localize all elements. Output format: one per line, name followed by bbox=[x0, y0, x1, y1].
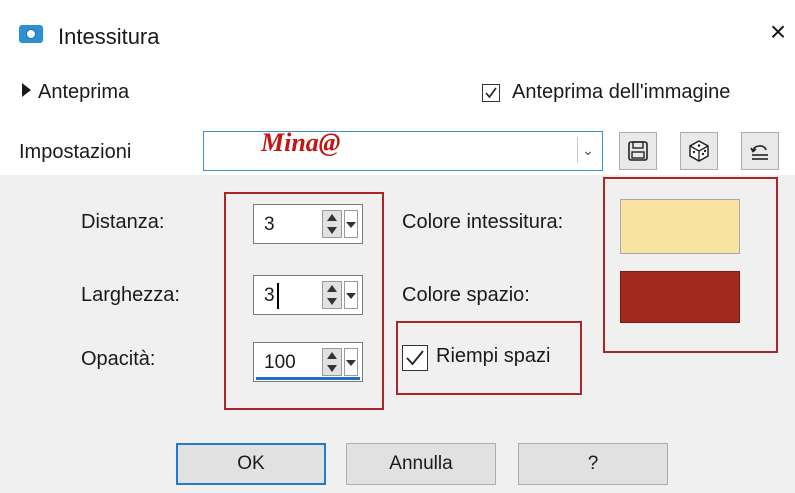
settings-label: Impostazioni bbox=[19, 141, 132, 163]
close-icon[interactable]: × bbox=[764, 18, 792, 46]
reset-button[interactable] bbox=[741, 132, 779, 170]
highlight-box-fill bbox=[396, 321, 582, 395]
ok-button[interactable]: OK bbox=[176, 443, 326, 485]
weave-color-label: Colore intessitura: bbox=[402, 211, 564, 233]
expand-arrow-icon[interactable] bbox=[22, 83, 31, 97]
help-button[interactable]: ? bbox=[518, 443, 668, 485]
highlight-box-colors bbox=[603, 177, 778, 353]
preview-toggle-label[interactable]: Anteprima bbox=[38, 81, 129, 104]
gap-color-label: Colore spazio: bbox=[402, 284, 530, 306]
save-icon bbox=[628, 141, 648, 161]
camera-icon bbox=[19, 25, 43, 43]
reset-icon bbox=[750, 145, 768, 160]
checkmark-icon bbox=[485, 87, 497, 99]
cancel-button[interactable]: Annulla bbox=[346, 443, 496, 485]
image-preview-label[interactable]: Anteprima dell'immagine bbox=[512, 81, 730, 104]
width-label: Larghezza: bbox=[81, 284, 180, 306]
chevron-down-icon[interactable]: ⌄ bbox=[577, 137, 598, 163]
randomize-button[interactable] bbox=[680, 132, 718, 170]
window-title: Intessitura bbox=[58, 24, 160, 49]
opacity-label: Opacità: bbox=[81, 348, 156, 370]
distance-label: Distanza: bbox=[81, 211, 165, 233]
save-preset-button[interactable] bbox=[619, 132, 657, 170]
dice-icon bbox=[689, 140, 709, 162]
image-preview-checkbox[interactable] bbox=[482, 84, 500, 102]
settings-dropdown-value: Mina@ bbox=[261, 128, 341, 157]
highlight-box-fields bbox=[224, 192, 384, 410]
